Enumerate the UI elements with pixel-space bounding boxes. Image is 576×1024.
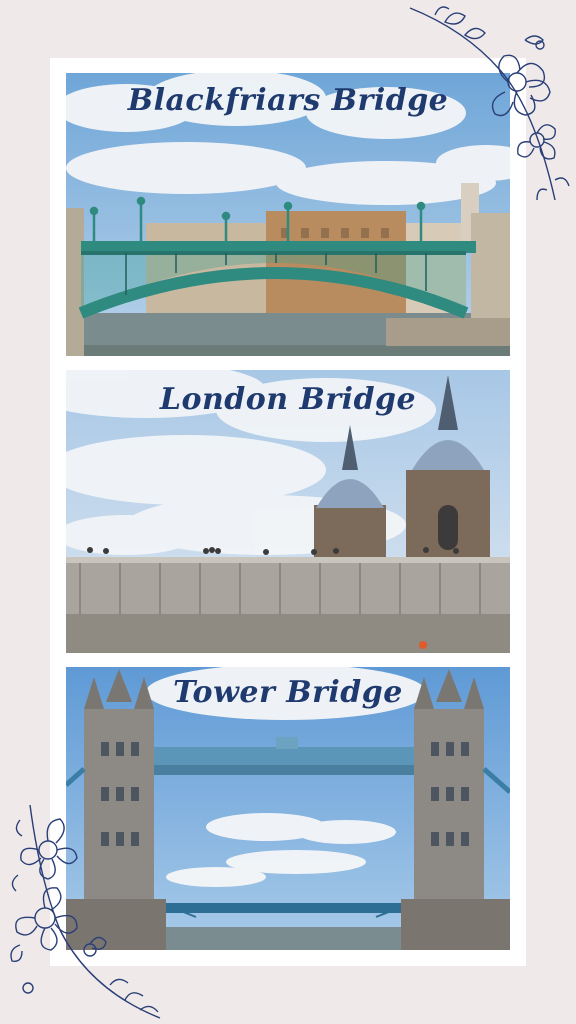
floral-decoration-bottom-left-icon bbox=[10, 804, 161, 1019]
photo-title: London Bridge bbox=[159, 382, 417, 417]
london-bridge-photo: London Bridge bbox=[66, 370, 510, 653]
photo-title: Tower Bridge bbox=[173, 675, 403, 710]
floral-decoration-top-right-icon bbox=[409, 6, 570, 201]
